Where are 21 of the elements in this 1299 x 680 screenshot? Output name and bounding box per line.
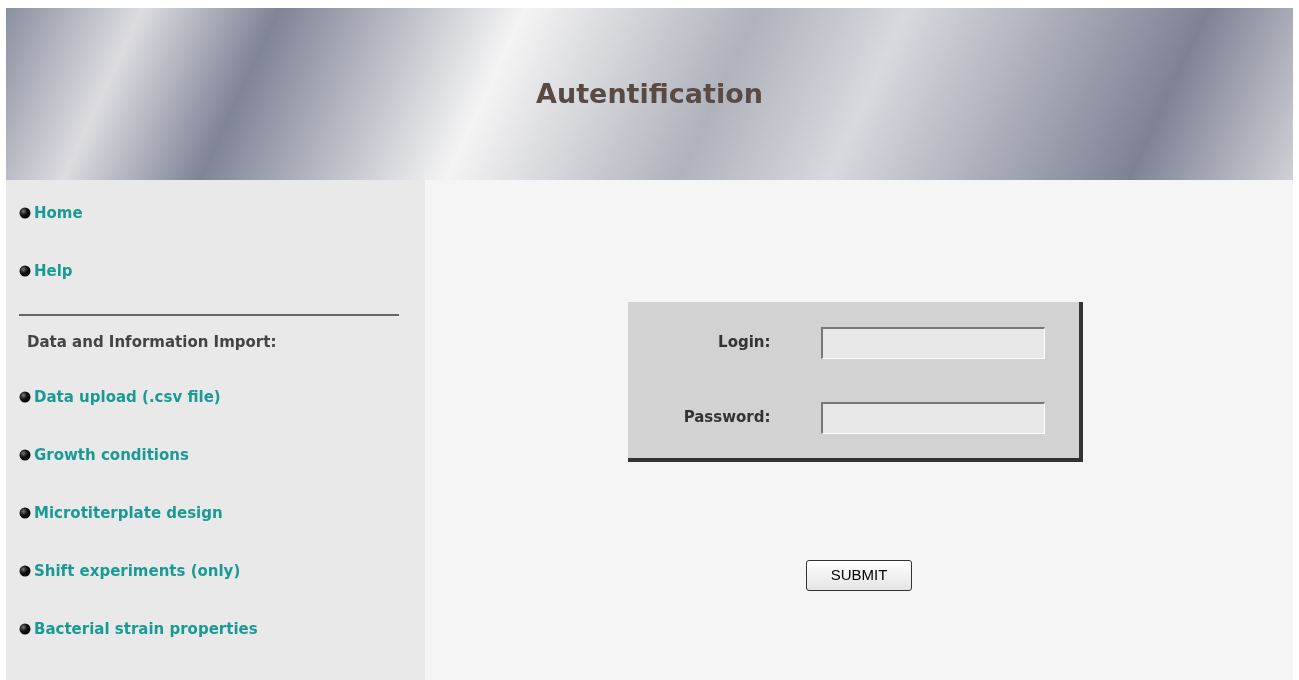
field-label: Password: xyxy=(682,407,771,429)
bullet-icon xyxy=(19,391,31,403)
bullet-icon xyxy=(19,265,31,277)
submit-button[interactable]: SUBMIT xyxy=(806,560,912,591)
bullet-icon xyxy=(19,623,31,635)
input-field[interactable] xyxy=(820,326,1045,359)
bullet-icon xyxy=(19,565,31,577)
nav-link[interactable]: Bacterial strain properties xyxy=(34,617,258,641)
page-title: Autentification xyxy=(536,76,763,111)
nav-link[interactable]: Shift experiments (only) xyxy=(34,559,241,583)
bullet-icon xyxy=(19,507,31,519)
bullet-icon xyxy=(19,207,31,219)
section-heading: Data and Information Import: xyxy=(26,331,278,353)
bullet-icon xyxy=(19,449,31,461)
nav-link[interactable]: Microtiterplate design xyxy=(34,501,223,525)
input-field[interactable] xyxy=(820,401,1045,434)
nav-link[interactable]: Help xyxy=(34,259,73,283)
nav-link[interactable]: Home xyxy=(34,201,83,225)
nav-link[interactable]: Data upload (.csv file) xyxy=(34,385,221,409)
field-label: Login: xyxy=(717,332,771,354)
nav-link[interactable]: Growth conditions xyxy=(34,443,189,467)
